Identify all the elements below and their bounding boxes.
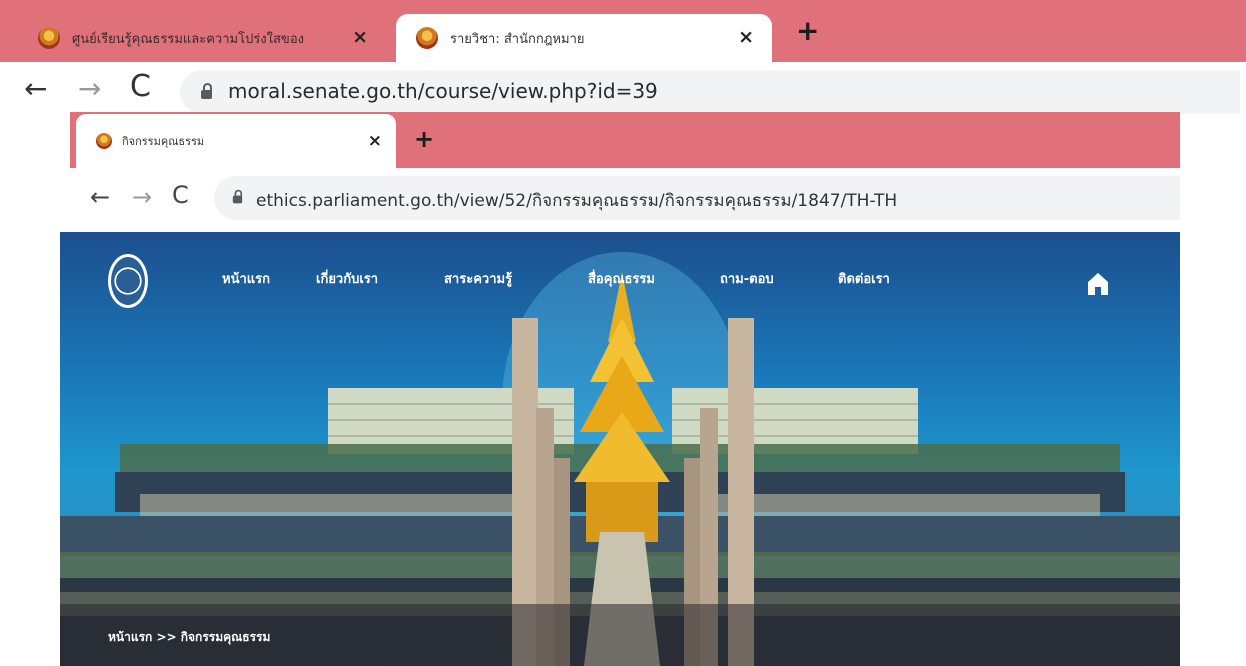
nav-ethics-media[interactable]: สื่อคุณธรรม [588, 268, 655, 289]
back-button[interactable]: ← [24, 74, 47, 104]
nav-contact[interactable]: ติดต่อเรา [838, 268, 890, 289]
parliament-seal-icon [96, 133, 112, 149]
breadcrumb[interactable]: หน้าแรก >> กิจกรรมคุณธรรม [108, 628, 270, 647]
outer-tab-course-law[interactable]: รายวิชา: สำนักกฎหมาย × [396, 14, 772, 62]
parliament-seal-icon [416, 27, 438, 49]
lock-icon[interactable] [201, 83, 212, 99]
nav-about[interactable]: เกี่ยวกับเรา [316, 268, 378, 289]
back-button[interactable]: ← [90, 182, 110, 212]
new-tab-button[interactable]: + [414, 126, 434, 152]
address-url[interactable]: moral.senate.go.th/course/view.php?id=39 [228, 79, 658, 103]
outer-tab-moral-center[interactable]: ศูนย์เรียนรู้คุณธรรมและความโปร่งใสของ × [28, 14, 386, 62]
close-icon[interactable]: × [368, 130, 382, 152]
address-url[interactable]: ethics.parliament.go.th/view/52/กิจกรรมค… [256, 187, 897, 214]
lock-icon[interactable] [232, 189, 243, 204]
tab-title: รายวิชา: สำนักกฎหมาย [450, 31, 585, 47]
forward-button[interactable]: → [78, 74, 101, 104]
forward-button[interactable]: → [132, 182, 152, 212]
nav-faq[interactable]: ถาม-ตอบ [720, 268, 774, 289]
tab-title: กิจกรรมคุณธรรม [122, 135, 205, 148]
hero-banner [60, 232, 1180, 666]
parliament-seal-icon [38, 27, 60, 49]
reload-button[interactable]: C [130, 72, 151, 102]
reload-button[interactable]: C [172, 180, 189, 210]
tab-title: ศูนย์เรียนรู้คุณธรรมและความโปร่งใสของ [72, 31, 304, 47]
parliament-logo[interactable] [108, 254, 148, 308]
close-icon[interactable]: × [738, 26, 754, 48]
new-tab-button[interactable]: + [796, 16, 819, 46]
home-icon[interactable] [1087, 272, 1109, 296]
parliament-building-image [60, 252, 1180, 666]
nav-home[interactable]: หน้าแรก [222, 268, 270, 289]
close-icon[interactable]: × [352, 26, 368, 48]
inner-tab-ethics-activities[interactable]: กิจกรรมคุณธรรม × [76, 114, 396, 168]
nav-knowledge[interactable]: สาระความรู้ [444, 268, 512, 289]
